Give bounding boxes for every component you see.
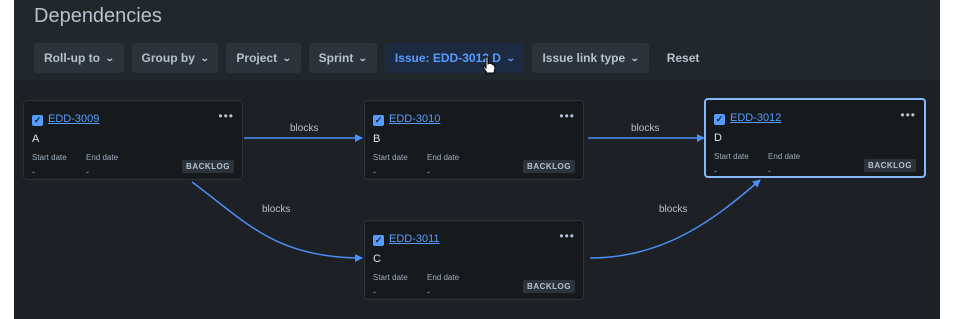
edge-label-b-d: blocks [631, 123, 660, 134]
status-badge: BACKLOG [182, 160, 234, 173]
rollup-label: Roll-up to [44, 51, 100, 65]
end-date-value: - [427, 167, 430, 177]
issue-filter-dropdown[interactable]: Issue: EDD-3012 D ⌄ [384, 43, 525, 73]
issue-summary: C [373, 253, 381, 265]
edge-label-a-b: blocks [290, 123, 319, 134]
end-date-label: End date [86, 153, 119, 162]
filter-toolbar: Roll-up to ⌄ Group by ⌄ Project ⌄ Sprint… [34, 43, 709, 73]
more-options-icon[interactable]: ••• [900, 108, 916, 122]
project-dropdown[interactable]: Project ⌄ [226, 43, 301, 73]
start-date-label: Start date [373, 273, 408, 282]
reset-button[interactable]: Reset [657, 43, 710, 73]
hand-cursor-icon [482, 56, 496, 74]
rollup-dropdown[interactable]: Roll-up to ⌄ [34, 43, 124, 73]
issue-summary: D [714, 132, 722, 144]
start-date-label: Start date [714, 152, 749, 161]
chevron-down-icon: ⌄ [358, 52, 369, 63]
chevron-down-icon: ⌄ [505, 52, 516, 63]
issue-card[interactable]: ✓ EDD-3010 ••• B Start date End date - -… [364, 100, 584, 180]
chevron-down-icon: ⌄ [281, 52, 292, 63]
edge-a-c [191, 181, 363, 262]
edge-label-c-d: blocks [659, 204, 688, 215]
reset-label: Reset [666, 51, 700, 65]
issue-card-selected[interactable]: ✓ EDD-3012 ••• D Start date End date - -… [704, 98, 926, 178]
issue-key-link[interactable]: EDD-3011 [389, 233, 440, 245]
issue-key-link[interactable]: EDD-3009 [48, 113, 99, 125]
chevron-down-icon: ⌄ [104, 52, 115, 63]
checkbox-icon[interactable]: ✓ [32, 115, 43, 126]
end-date-label: End date [427, 273, 460, 282]
issue-card[interactable]: ✓ EDD-3011 ••• C Start date End date - -… [364, 220, 584, 300]
status-badge: BACKLOG [864, 159, 916, 172]
start-date-label: Start date [373, 153, 408, 162]
linktype-label: Issue link type [542, 51, 626, 65]
sprint-dropdown[interactable]: Sprint ⌄ [308, 43, 377, 73]
project-label: Project [236, 51, 278, 65]
checkbox-icon[interactable]: ✓ [714, 114, 725, 125]
issue-card[interactable]: ✓ EDD-3009 ••• A Start date End date - -… [23, 100, 243, 180]
issue-summary: B [373, 133, 381, 145]
more-options-icon[interactable]: ••• [559, 229, 575, 243]
status-badge: BACKLOG [523, 280, 575, 293]
chevron-down-icon: ⌄ [630, 52, 640, 63]
header-bar: Dependencies Roll-up to ⌄ Group by ⌄ Pro… [14, 0, 940, 80]
more-options-icon[interactable]: ••• [218, 109, 234, 123]
edge-c-d [589, 179, 761, 259]
issue-key-link[interactable]: EDD-3012 [730, 112, 781, 124]
end-date-label: End date [768, 152, 801, 161]
start-date-value: - [714, 166, 717, 176]
page-title: Dependencies [34, 5, 162, 27]
status-badge: BACKLOG [523, 160, 575, 173]
dependency-graph[interactable]: blocks blocks blocks blocks ✓ EDD-3009 •… [14, 80, 940, 319]
issue-key-link[interactable]: EDD-3010 [389, 113, 440, 125]
edge-label-a-c: blocks [262, 204, 291, 215]
end-date-value: - [427, 287, 430, 297]
issue-summary: A [32, 133, 40, 145]
chevron-down-icon: ⌄ [199, 52, 210, 63]
end-date-value: - [86, 167, 89, 177]
groupby-label: Group by [141, 51, 195, 65]
groupby-dropdown[interactable]: Group by ⌄ [131, 43, 219, 73]
sprint-label: Sprint [318, 51, 354, 65]
start-date-value: - [373, 287, 376, 297]
dependencies-panel: Dependencies Roll-up to ⌄ Group by ⌄ Pro… [14, 0, 940, 319]
more-options-icon[interactable]: ••• [559, 109, 575, 123]
end-date-label: End date [427, 153, 460, 162]
end-date-value: - [768, 166, 771, 176]
linktype-dropdown[interactable]: Issue link type ⌄ [532, 43, 649, 73]
start-date-label: Start date [32, 153, 67, 162]
checkbox-icon[interactable]: ✓ [373, 115, 384, 126]
checkbox-icon[interactable]: ✓ [373, 235, 384, 246]
start-date-value: - [373, 167, 376, 177]
start-date-value: - [32, 167, 35, 177]
